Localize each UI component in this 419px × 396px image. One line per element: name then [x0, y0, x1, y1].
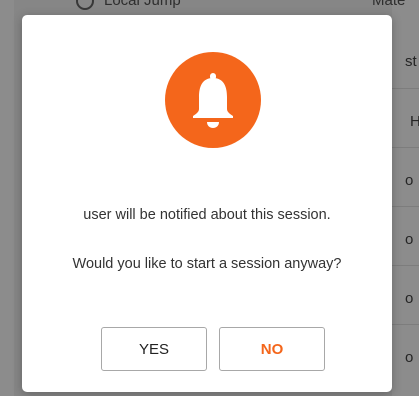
- dialog-message-line1: user will be notified about this session…: [83, 207, 331, 223]
- dialog-message-line2: Would you like to start a session anyway…: [72, 256, 342, 272]
- bell-icon: [193, 73, 233, 128]
- no-button[interactable]: NO: [219, 327, 325, 371]
- yes-button[interactable]: YES: [101, 327, 207, 371]
- alert-badge: [165, 52, 261, 148]
- session-confirm-dialog: user will be notified about this session…: [22, 15, 392, 392]
